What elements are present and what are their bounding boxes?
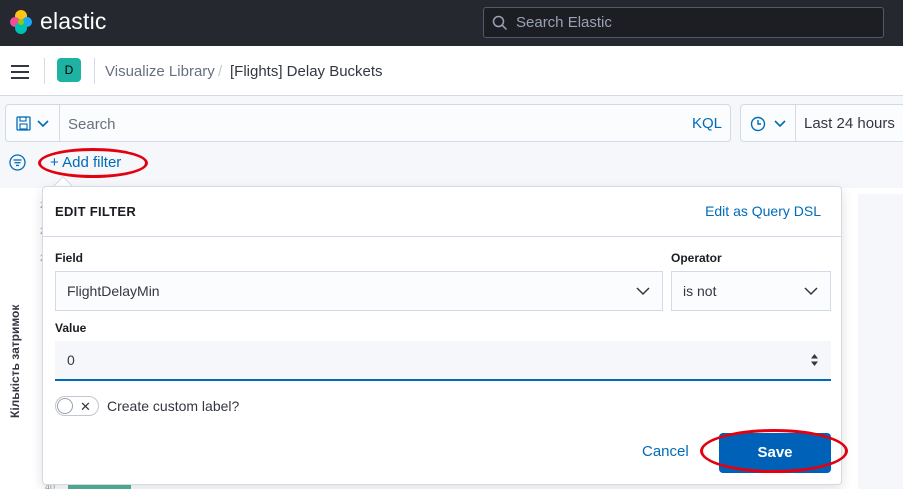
clock-icon <box>750 116 766 132</box>
edit-as-query-dsl-link[interactable]: Edit as Query DSL <box>705 203 821 219</box>
operator-select[interactable]: is not <box>671 271 831 311</box>
brand-name[interactable]: elastic <box>40 8 107 35</box>
breadcrumb-visualize-library[interactable]: Visualize Library <box>105 63 215 80</box>
breadcrumb-bar: D Visualize Library / [Flights] Delay Bu… <box>0 46 903 96</box>
menu-icon[interactable] <box>11 65 29 79</box>
breadcrumb-current: [Flights] Delay Buckets <box>230 63 383 80</box>
save-icon <box>16 116 31 131</box>
field-value: FlightDelayMin <box>67 283 160 299</box>
add-filter-button[interactable]: + Add filter <box>50 154 121 171</box>
global-search-placeholder: Search Elastic <box>516 14 612 31</box>
edit-filter-popover: EDIT FILTER Edit as Query DSL Field Flig… <box>42 186 842 485</box>
saved-query-button[interactable] <box>5 104 59 142</box>
cancel-button[interactable]: Cancel <box>642 443 689 460</box>
value-label: Value <box>55 321 87 335</box>
operator-value: is not <box>683 283 717 299</box>
y-axis-label: Кількість затримок <box>8 304 22 418</box>
search-icon <box>492 15 508 31</box>
global-header: elastic Search Elastic <box>0 0 903 46</box>
save-button[interactable]: Save <box>719 433 831 473</box>
chevron-down-icon <box>774 120 786 128</box>
custom-label-toggle[interactable]: ✕ <box>55 396 99 416</box>
query-search-input[interactable]: Search KQL <box>59 104 731 142</box>
custom-label-toggle-label[interactable]: Create custom label? <box>107 398 239 414</box>
divider <box>44 58 45 84</box>
filter-options-icon[interactable] <box>9 154 26 171</box>
elastic-logo-icon[interactable] <box>8 9 34 35</box>
query-bar: Search KQL Last 24 hours + Add filter <box>0 96 903 188</box>
chevron-down-icon <box>804 287 818 296</box>
field-select[interactable]: FlightDelayMin <box>55 271 663 311</box>
chevron-down-icon <box>37 120 49 128</box>
popover-title: EDIT FILTER <box>55 204 137 219</box>
field-label: Field <box>55 251 84 265</box>
chevron-down-icon <box>636 287 650 296</box>
number-stepper-icon[interactable] <box>810 353 819 367</box>
divider <box>94 58 95 84</box>
value-text: 0 <box>67 352 75 368</box>
operator-label: Operator <box>671 251 722 265</box>
divider <box>43 236 841 237</box>
value-input[interactable]: 0 <box>55 341 831 381</box>
quick-time-menu-button[interactable] <box>740 104 795 142</box>
panel-gutter <box>858 194 903 489</box>
time-range-button[interactable]: Last 24 hours <box>795 104 903 142</box>
time-range-label: Last 24 hours <box>804 115 895 132</box>
toggle-knob <box>57 398 73 414</box>
query-language-button[interactable]: KQL <box>692 115 722 132</box>
query-placeholder: Search <box>68 116 116 133</box>
breadcrumb-separator: / <box>218 63 223 80</box>
global-search-input[interactable]: Search Elastic <box>483 7 884 38</box>
space-avatar[interactable]: D <box>57 58 81 82</box>
close-icon: ✕ <box>80 399 91 414</box>
